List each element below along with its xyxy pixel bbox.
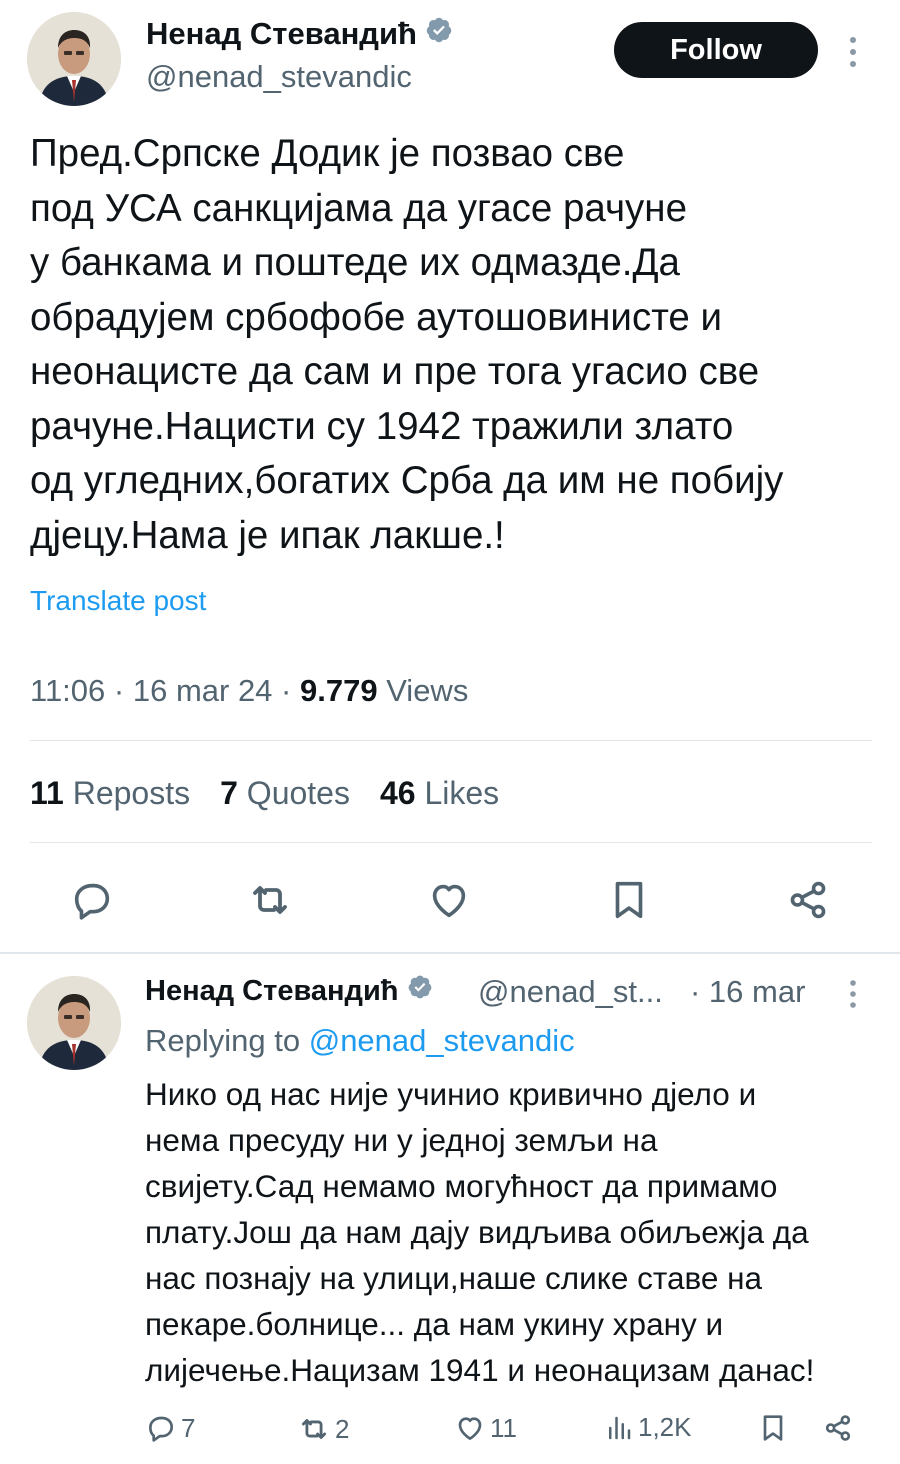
replying-to: Replying to @nenad_stevandic [145,1023,575,1059]
divider [30,842,872,843]
post-text-line: у банкама и поштеде их одмазде.Да [30,241,680,284]
reposts-stat[interactable]: 11 Reposts [30,775,190,812]
reply-author-name[interactable]: Ненад Стевандић [145,974,433,1008]
verified-badge-icon [425,16,453,52]
reply-icon[interactable] [64,872,120,928]
post-text-line: од угледних,богатих Срба да им не побију [30,459,784,502]
views-count: 9.779 [299,673,378,708]
translate-post-link[interactable]: Translate post [30,585,206,617]
more-options-icon[interactable] [846,34,860,76]
post-meta: 11:06 · 16 mar 24 · 9.779 Views [30,673,469,708]
views-label: Views [386,673,469,708]
views-action[interactable]: 1,2K [604,1412,692,1443]
repost-icon[interactable] [242,872,298,928]
follow-button[interactable]: Follow [614,22,818,78]
bookmark-icon[interactable] [601,872,657,928]
reply-author-handle[interactable]: @nenad_st... [478,974,663,1010]
share-icon[interactable] [780,872,836,928]
post-text: Пред.Српске Додик је позвао све под УСА … [30,127,880,563]
quotes-stat[interactable]: 7 Quotes [220,775,350,812]
reply-text-line: Нико од нас није учинио кривично дјело и [145,1076,757,1112]
reply-text-line: нас познају на улици,наше слике ставе на [145,1260,763,1296]
reply-text: Нико од нас није учинио кривично дјело и… [145,1071,885,1393]
bookmark-action[interactable] [757,1412,789,1444]
post-time[interactable]: 11:06 [30,673,105,708]
like-icon [458,1417,482,1440]
views-icon [609,1416,631,1439]
post-stats: 11 Reposts 7 Quotes 46 Likes [30,775,499,812]
repost-icon [301,1419,327,1439]
repost-action[interactable]: 2 [297,1412,349,1446]
post-text-line: дјецу.Нама је ипак лакше.! [30,513,505,557]
author-handle[interactable]: @nenad_stevandic [146,59,412,95]
divider [0,952,900,954]
repost-count: 2 [335,1413,350,1444]
like-action[interactable]: 11 [454,1412,517,1444]
reply-date[interactable]: · 16 mar [690,974,805,1010]
reply-author-avatar[interactable] [27,976,121,1070]
author-name[interactable]: Ненад Стевандић [146,16,453,52]
reply-text-line: лијечење.Нацизам 1941 и неонацизам данас… [145,1352,815,1388]
post-text-line: рачуне.Нацисти су 1942 тражили злато [30,404,734,448]
likes-stat[interactable]: 46 Likes [380,775,499,812]
bookmark-icon [763,1415,783,1441]
reply-text-line: плату.Још да нам дају видљива обиљежја д… [145,1214,809,1250]
share-action[interactable] [822,1412,854,1444]
like-icon[interactable] [421,872,477,928]
post-text-line: под УСА санкцијама да угасе рачуне [30,186,687,230]
share-icon [825,1415,851,1441]
more-options-icon[interactable] [846,978,860,1016]
views-count: 1,2K [638,1412,692,1442]
reply-text-line: пекаре.болнице... да нам укину храну и [145,1306,724,1342]
reply-text-line: свијету.Сад немамо могућност да примамо [145,1168,778,1204]
divider [30,740,872,741]
post-text-line: неонацисте да сам и пре тога угасио све [30,350,760,393]
verified-badge-icon [407,974,433,1008]
like-count: 11 [490,1412,517,1443]
replying-to-mention[interactable]: @nenad_stevandic [309,1023,575,1058]
post-date[interactable]: 16 mar 24 [133,673,273,708]
post-text-line: Пред.Српске Додик је позвао све [30,132,625,175]
reply-action[interactable]: 7 [145,1412,195,1444]
reply-icon [149,1416,173,1442]
replying-to-label: Replying to [145,1023,301,1058]
author-avatar[interactable] [27,12,121,106]
reply-count: 7 [181,1412,196,1443]
post-text-line: обрадујем србофобе аутошовинисте и [30,295,723,339]
reply-text-line: нема пресуду ни у једној земљи на [145,1122,658,1158]
